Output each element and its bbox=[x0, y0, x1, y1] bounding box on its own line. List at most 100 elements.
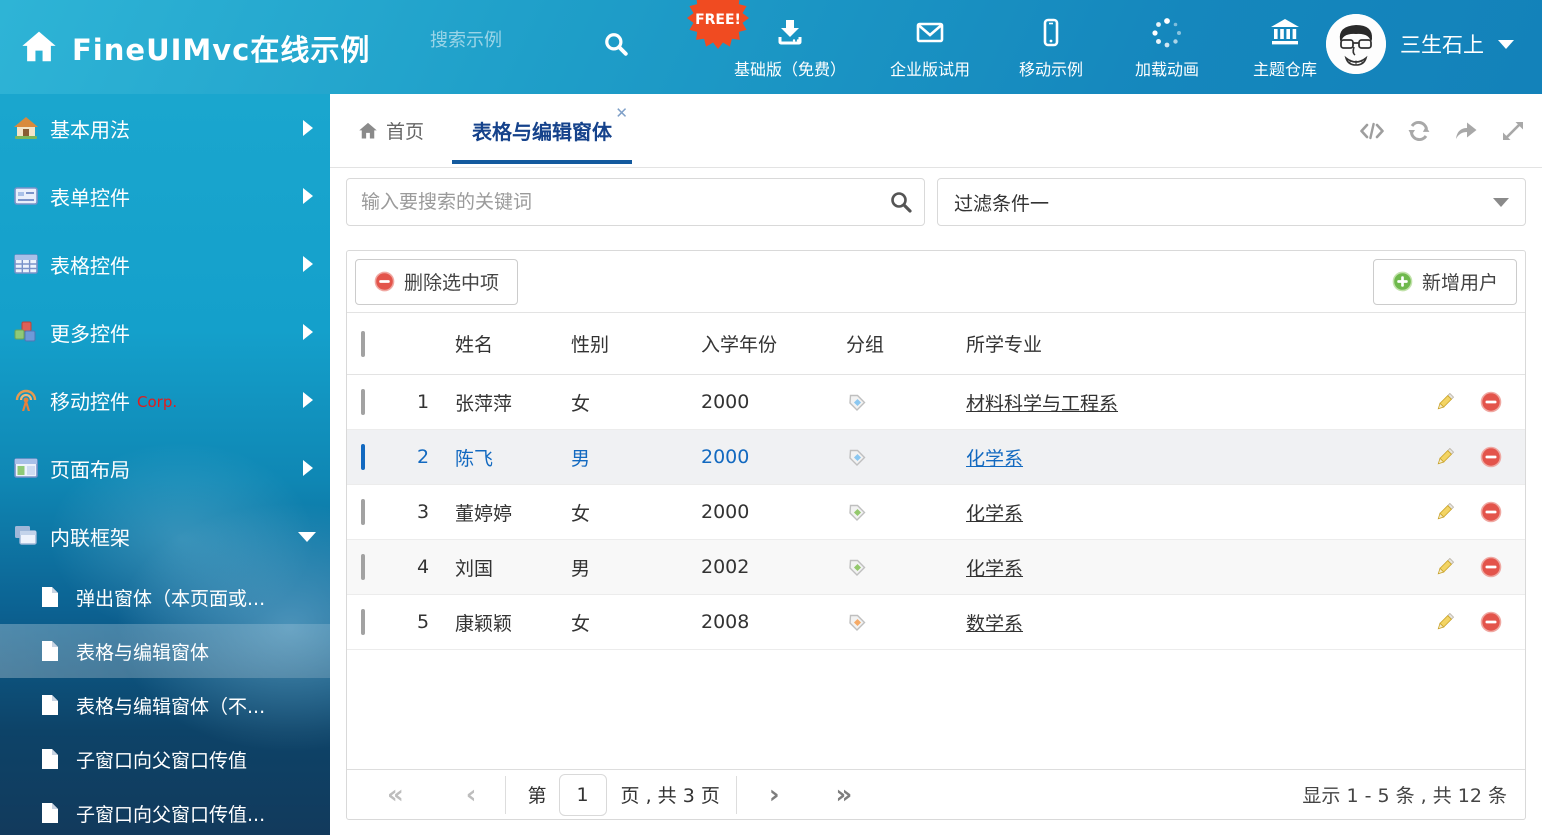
table-row: 3 董婷婷 女 2000 化学系 bbox=[347, 485, 1525, 540]
delete-row-icon[interactable] bbox=[1480, 556, 1502, 578]
delete-row-icon[interactable] bbox=[1480, 391, 1502, 413]
chevron-down-icon bbox=[298, 532, 316, 542]
sidebar-item-label: 更多控件 bbox=[50, 318, 130, 347]
tab-bar: 首页 表格与编辑窗体 ✕ bbox=[330, 94, 1542, 168]
row-checkbox[interactable] bbox=[361, 609, 365, 635]
layout-icon bbox=[13, 455, 39, 481]
nav-enterprise-trial[interactable]: 企业版试用 bbox=[871, 16, 989, 80]
page-prefix: 第 bbox=[528, 781, 547, 808]
chevron-right-icon bbox=[303, 188, 313, 204]
next-page-button[interactable]: › bbox=[769, 780, 780, 810]
home-icon[interactable] bbox=[20, 28, 58, 66]
edit-pencil-icon[interactable] bbox=[1434, 556, 1456, 578]
sidebar-item-form-controls[interactable]: 表单控件 bbox=[0, 162, 330, 230]
search-icon[interactable] bbox=[889, 190, 913, 214]
pagination-bar: « ‹ 第 页 , 共 3 页 › » 显示 1 - 5 条 , 共 12 条 bbox=[347, 769, 1525, 819]
header-search-input[interactable] bbox=[430, 30, 590, 51]
app-title: FineUIMvc在线示例 bbox=[72, 27, 370, 69]
file-icon bbox=[40, 694, 60, 716]
app-header: FineUIMvc在线示例 FREE! 基础版（免费） bbox=[0, 0, 1542, 94]
edit-pencil-icon[interactable] bbox=[1434, 446, 1456, 468]
tab-home[interactable]: 首页 bbox=[358, 117, 452, 144]
nav-theme-repo[interactable]: 主题仓库 bbox=[1229, 16, 1341, 80]
filter-dropdown-value: 过滤条件一 bbox=[954, 189, 1049, 216]
expand-icon[interactable] bbox=[1500, 118, 1526, 144]
row-checkbox[interactable] bbox=[361, 499, 365, 525]
sidebar-item-basic-usage[interactable]: 基本用法 bbox=[0, 94, 330, 162]
chevron-right-icon bbox=[303, 256, 313, 272]
file-icon bbox=[40, 748, 60, 770]
edit-pencil-icon[interactable] bbox=[1434, 611, 1456, 633]
sidebar-item-grid-controls[interactable]: 表格控件 bbox=[0, 230, 330, 298]
nav-label: 基础版（免费） bbox=[734, 56, 846, 80]
file-icon bbox=[40, 802, 60, 824]
sidebar-item-more-controls[interactable]: 更多控件 bbox=[0, 298, 330, 366]
house-icon bbox=[13, 115, 39, 141]
page-number-input[interactable] bbox=[559, 774, 607, 816]
sidebar-item-label: 内联框架 bbox=[50, 522, 130, 551]
source-code-icon[interactable] bbox=[1359, 118, 1385, 144]
nav-mobile-demo[interactable]: 移动示例 bbox=[997, 16, 1105, 80]
row-checkbox[interactable] bbox=[361, 554, 365, 580]
delete-selected-button[interactable]: 删除选中项 bbox=[355, 259, 518, 305]
search-icon[interactable] bbox=[603, 31, 629, 57]
tab-grid-edit-window[interactable]: 表格与编辑窗体 ✕ bbox=[452, 94, 632, 168]
tab-active-label: 表格与编辑窗体 bbox=[472, 116, 612, 145]
sidebar-subitem-child-to-parent[interactable]: 子窗口向父窗口传值 bbox=[0, 732, 330, 786]
share-icon[interactable] bbox=[1453, 118, 1479, 144]
chevron-right-icon bbox=[303, 392, 313, 408]
close-icon[interactable]: ✕ bbox=[615, 104, 628, 122]
last-page-button[interactable]: » bbox=[836, 780, 853, 810]
row-index: 5 bbox=[397, 611, 449, 633]
sidebar-subitem-popup-window[interactable]: 弹出窗体（本页面或... bbox=[0, 570, 330, 624]
chevron-down-icon bbox=[1493, 198, 1509, 207]
download-icon bbox=[773, 16, 807, 50]
cell-gender: 女 bbox=[565, 609, 695, 636]
row-checkbox[interactable] bbox=[361, 389, 365, 415]
cell-gender: 女 bbox=[565, 499, 695, 526]
tag-icon bbox=[847, 392, 868, 413]
delete-row-icon[interactable] bbox=[1480, 501, 1502, 523]
major-link[interactable]: 数学系 bbox=[966, 613, 1023, 635]
edit-pencil-icon[interactable] bbox=[1434, 391, 1456, 413]
select-all-checkbox[interactable] bbox=[361, 331, 365, 357]
table-header: 姓名 性别 入学年份 分组 所学专业 bbox=[347, 313, 1525, 375]
add-user-label: 新增用户 bbox=[1422, 268, 1498, 295]
sidebar-subitem-grid-edit-window[interactable]: 表格与编辑窗体 bbox=[0, 624, 330, 678]
cell-gender: 女 bbox=[565, 389, 695, 416]
col-gender: 性别 bbox=[565, 330, 695, 357]
grid-panel: 删除选中项 新增用户 姓名 性别 入学年份 分组 所学专业 bbox=[346, 250, 1526, 820]
sidebar-item-mobile-controls[interactable]: 移动控件 Corp. bbox=[0, 366, 330, 434]
major-link[interactable]: 化学系 bbox=[966, 448, 1023, 470]
plus-circle-icon bbox=[1392, 271, 1413, 292]
first-page-button[interactable]: « bbox=[387, 780, 404, 810]
delete-row-icon[interactable] bbox=[1480, 611, 1502, 633]
edit-pencil-icon[interactable] bbox=[1434, 501, 1456, 523]
tag-icon bbox=[847, 612, 868, 633]
major-link[interactable]: 材料科学与工程系 bbox=[966, 393, 1118, 415]
nav-label: 主题仓库 bbox=[1253, 56, 1317, 80]
grid-empty-area bbox=[347, 650, 1525, 769]
sidebar-subitem-label: 子窗口向父窗口传值 bbox=[76, 746, 247, 773]
nav-basic-free[interactable]: 基础版（免费） bbox=[717, 16, 863, 80]
add-user-button[interactable]: 新增用户 bbox=[1373, 259, 1517, 305]
filter-dropdown[interactable]: 过滤条件一 bbox=[937, 178, 1526, 226]
cell-gender: 男 bbox=[565, 444, 695, 471]
user-menu[interactable]: 三生石上 bbox=[1326, 14, 1514, 74]
cell-gender: 男 bbox=[565, 554, 695, 581]
keyword-search-input[interactable] bbox=[346, 178, 925, 226]
row-checkbox[interactable] bbox=[361, 444, 365, 470]
sidebar-item-label: 基本用法 bbox=[50, 114, 130, 143]
sidebar-subitem-child-to-parent-2[interactable]: 子窗口向父窗口传值... bbox=[0, 786, 330, 835]
delete-row-icon[interactable] bbox=[1480, 446, 1502, 468]
sidebar-item-inline-frame[interactable]: 内联框架 bbox=[0, 502, 330, 570]
sidebar-item-page-layout[interactable]: 页面布局 bbox=[0, 434, 330, 502]
nav-loading-animation[interactable]: 加载动画 bbox=[1113, 16, 1221, 80]
sidebar-subitem-grid-edit-window-2[interactable]: 表格与编辑窗体（不... bbox=[0, 678, 330, 732]
mobile-icon bbox=[1034, 16, 1068, 50]
keyword-search bbox=[346, 178, 925, 226]
refresh-icon[interactable] bbox=[1406, 118, 1432, 144]
prev-page-button[interactable]: ‹ bbox=[466, 780, 477, 810]
major-link[interactable]: 化学系 bbox=[966, 503, 1023, 525]
major-link[interactable]: 化学系 bbox=[966, 558, 1023, 580]
